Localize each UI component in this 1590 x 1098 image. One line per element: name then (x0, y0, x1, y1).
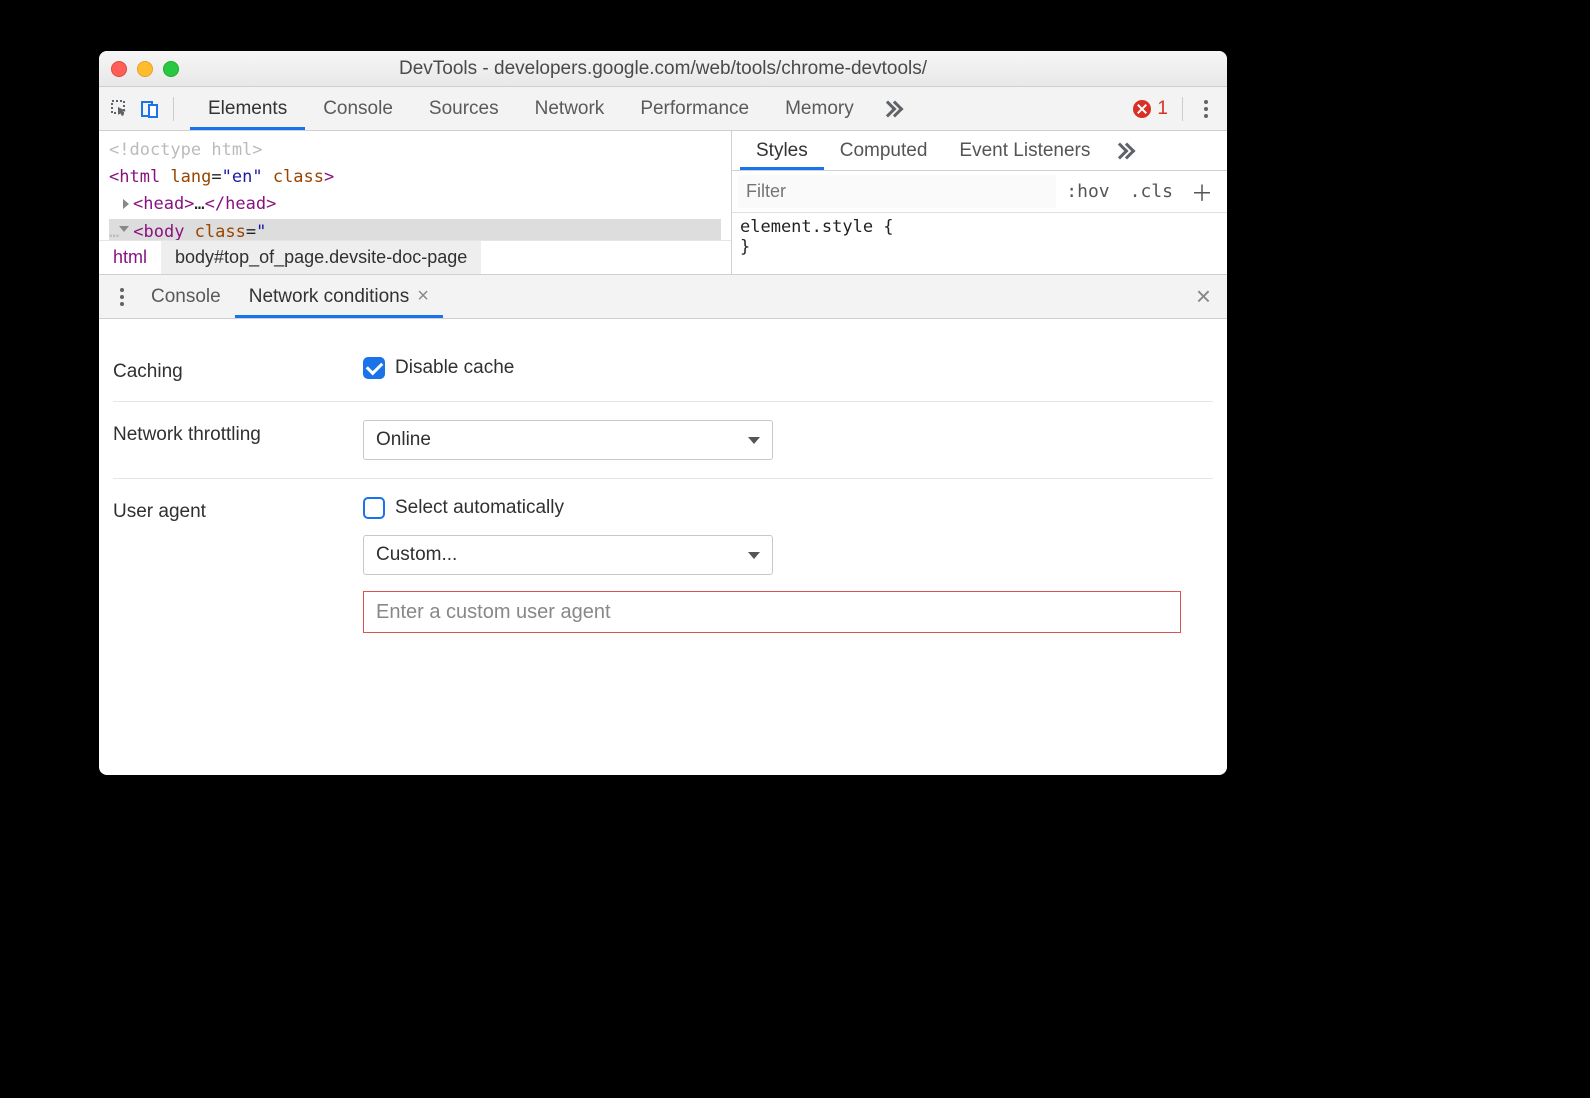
drawer-tab-label: Network conditions (249, 286, 410, 308)
drawer-tab-network-conditions[interactable]: Network conditions × (235, 275, 443, 318)
styles-panel-tabs: Styles Computed Event Listeners (732, 131, 1227, 171)
close-window-button[interactable] (111, 61, 127, 77)
dom-line[interactable]: <head>…</head> (109, 191, 721, 218)
stab-styles[interactable]: Styles (740, 131, 824, 170)
ua-custom-input[interactable] (363, 591, 1181, 633)
main-toolbar: Elements Console Sources Network Perform… (99, 87, 1227, 131)
separator (173, 97, 174, 121)
network-conditions-form: Caching Disable cache Network throttling… (99, 319, 1227, 671)
disable-cache-checkbox[interactable]: Disable cache (363, 357, 1213, 379)
error-count: 1 (1157, 98, 1168, 120)
drawer-tab-console[interactable]: Console (137, 275, 235, 318)
dom-line[interactable]: <!doctype html> (109, 137, 721, 164)
styles-tabs-overflow[interactable] (1106, 131, 1141, 170)
error-counter[interactable]: 1 (1133, 98, 1174, 120)
error-icon (1133, 100, 1151, 118)
tab-elements[interactable]: Elements (190, 87, 305, 130)
new-style-rule-button[interactable]: ＋ (1183, 176, 1221, 208)
tab-console[interactable]: Console (305, 87, 411, 130)
zoom-window-button[interactable] (163, 61, 179, 77)
dropdown-caret-icon (748, 437, 760, 444)
minimize-window-button[interactable] (137, 61, 153, 77)
window-title: DevTools - developers.google.com/web/too… (99, 58, 1227, 80)
device-toolbar-icon[interactable] (135, 94, 165, 124)
caching-label: Caching (113, 357, 363, 383)
dom-tree-panel: <!doctype html> <html lang="en" class> <… (99, 131, 732, 274)
breadcrumb-item-selected[interactable]: body#top_of_page.devsite-doc-page (161, 241, 481, 274)
dom-line-selected[interactable]: …<body class=" (109, 219, 721, 240)
drawer-tabs: Console Network conditions × × (99, 275, 1227, 319)
expand-icon[interactable] (123, 199, 129, 209)
dom-tree[interactable]: <!doctype html> <html lang="en" class> <… (99, 131, 731, 240)
panel-tabs: Elements Console Sources Network Perform… (190, 87, 911, 130)
elements-panel-split: <!doctype html> <html lang="en" class> <… (99, 131, 1227, 275)
hov-toggle[interactable]: :hov (1056, 181, 1119, 202)
drawer-menu-button[interactable] (107, 282, 137, 312)
style-rules[interactable]: element.style { } (732, 213, 1227, 261)
tab-performance[interactable]: Performance (622, 87, 767, 130)
separator (1182, 97, 1183, 121)
tab-network[interactable]: Network (517, 87, 623, 130)
ua-auto-checkbox[interactable]: Select automatically (363, 497, 1213, 519)
checkbox-icon (363, 497, 385, 519)
style-line: element.style { (740, 217, 1219, 237)
dom-line[interactable]: <html lang="en" class> (109, 164, 721, 191)
cls-toggle[interactable]: .cls (1120, 181, 1183, 202)
collapse-icon[interactable] (119, 226, 129, 237)
stab-event-listeners[interactable]: Event Listeners (943, 131, 1106, 170)
tab-memory[interactable]: Memory (767, 87, 872, 130)
user-agent-row: User agent Select automatically Custom..… (113, 479, 1213, 651)
select-value: Online (376, 429, 431, 451)
select-value: Custom... (376, 544, 457, 566)
tab-sources[interactable]: Sources (411, 87, 517, 130)
throttling-label: Network throttling (113, 420, 363, 446)
inspect-element-icon[interactable] (105, 94, 135, 124)
tabs-overflow-button[interactable] (872, 87, 911, 130)
devtools-window: DevTools - developers.google.com/web/too… (99, 51, 1227, 775)
styles-filter-input[interactable] (738, 175, 1056, 208)
checkbox-icon (363, 357, 385, 379)
user-agent-label: User agent (113, 497, 363, 523)
styles-filter-bar: :hov .cls ＋ (732, 171, 1227, 213)
throttling-row: Network throttling Online (113, 402, 1213, 479)
close-tab-icon[interactable]: × (417, 285, 429, 308)
breadcrumb: html body#top_of_page.devsite-doc-page (99, 240, 731, 274)
close-drawer-button[interactable]: × (1196, 281, 1219, 312)
settings-menu-button[interactable] (1191, 94, 1221, 124)
dropdown-caret-icon (748, 552, 760, 559)
styles-panel: Styles Computed Event Listeners :hov .cl… (732, 131, 1227, 274)
checkbox-label: Select automatically (395, 497, 564, 519)
style-line: } (740, 237, 1219, 257)
caching-row: Caching Disable cache (113, 339, 1213, 402)
throttling-select[interactable]: Online (363, 420, 773, 460)
stab-computed[interactable]: Computed (824, 131, 944, 170)
traffic-lights (111, 61, 179, 77)
ua-select[interactable]: Custom... (363, 535, 773, 575)
window-titlebar: DevTools - developers.google.com/web/too… (99, 51, 1227, 87)
breadcrumb-item[interactable]: html (99, 241, 161, 274)
checkbox-label: Disable cache (395, 357, 514, 379)
